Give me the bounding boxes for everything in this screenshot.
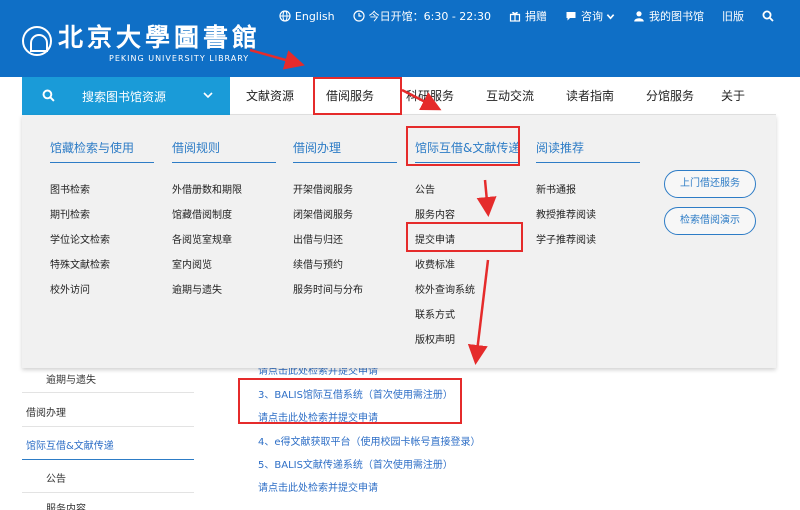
menu-link[interactable]: 期刊检索	[50, 206, 90, 221]
content-entry-title: 5、BALIS文献传递系统（首次使用需注册）	[258, 460, 453, 471]
menu-column-heading[interactable]: 阅读推荐	[536, 139, 640, 163]
menu-link[interactable]: 馆藏借阅制度	[172, 206, 232, 221]
menu-link[interactable]: 教授推荐阅读	[536, 206, 596, 221]
menu-column-heading[interactable]: 馆藏检索与使用	[50, 139, 154, 163]
annotation-box-balis-entry	[238, 378, 462, 424]
my-library-label: 我的图书馆	[649, 10, 704, 23]
menu-link[interactable]: 服务内容	[415, 206, 455, 221]
library-search-toggle[interactable]: 搜索图书馆资源	[22, 77, 230, 115]
donate-link[interactable]: 捐赠	[509, 8, 547, 24]
clock-icon	[353, 10, 365, 22]
menu-link[interactable]: 服务时间与分布	[293, 281, 363, 296]
logo-chinese-text: 北京大學圖書館	[58, 23, 262, 52]
english-link[interactable]: English	[279, 10, 335, 23]
menu-link[interactable]: 公告	[415, 181, 435, 196]
annotation-box-submit-request	[406, 222, 523, 252]
menu-link[interactable]: 学位论文检索	[50, 231, 110, 246]
menu-link[interactable]: 闭架借阅服务	[293, 206, 353, 221]
english-label: English	[294, 9, 335, 23]
sidebar-divider	[22, 492, 194, 493]
logo-english-text: PEKING UNIVERSITY LIBRARY	[109, 54, 250, 63]
consult-label: 咨询	[581, 10, 603, 23]
menu-link[interactable]: 图书检索	[50, 181, 90, 196]
annotation-box-ill-heading	[406, 126, 520, 166]
content-entry-title[interactable]: 4、e得文献获取平台（使用校园卡帐号直接登录）	[258, 433, 481, 448]
menu-column-heading[interactable]: 借阅办理	[293, 139, 397, 163]
menu-link[interactable]: 续借与预约	[293, 256, 343, 271]
search-demo-button[interactable]: 检索借阅演示	[664, 207, 756, 235]
old-version-link[interactable]: 旧版	[722, 8, 744, 24]
sidebar-item-borrow-handling[interactable]: 借阅办理	[26, 404, 66, 419]
menu-link[interactable]: 收费标准	[415, 256, 455, 271]
sidebar-item-announcement[interactable]: 公告	[46, 470, 66, 485]
menu-link[interactable]: 各阅览室规章	[172, 231, 232, 246]
menu-link[interactable]: 逾期与遗失	[172, 281, 222, 296]
header-search-button[interactable]	[762, 10, 778, 22]
menu-link[interactable]: 特殊文献检索	[50, 256, 110, 271]
sidebar-divider	[22, 426, 194, 427]
opening-hours-label: 今日开馆：6:30 - 22:30	[368, 10, 491, 23]
menu-link[interactable]: 联系方式	[415, 306, 455, 321]
user-icon	[634, 11, 644, 22]
site-header: 北京大學圖書館 PEKING UNIVERSITY LIBRARY Englis…	[0, 0, 800, 77]
old-version-label: 旧版	[722, 10, 744, 23]
search-icon	[762, 10, 774, 22]
home-delivery-button[interactable]: 上门借还服务	[664, 170, 756, 198]
university-emblem-icon	[22, 26, 52, 56]
library-logo[interactable]: 北京大學圖書館 PEKING UNIVERSITY LIBRARY	[22, 24, 257, 64]
donate-label: 捐赠	[525, 10, 547, 23]
sidebar-active-divider	[22, 459, 194, 460]
search-toggle-label: 搜索图书馆资源	[82, 90, 167, 104]
globe-icon	[279, 10, 291, 22]
menu-link[interactable]: 学子推荐阅读	[536, 231, 596, 246]
nav-menu: 文献资源 借阅服务 科研服务 互动交流 读者指南 分馆服务 关于	[230, 77, 756, 115]
nav-item-resources[interactable]: 文献资源	[230, 77, 310, 115]
nav-item-research[interactable]: 科研服务	[390, 77, 470, 115]
menu-link[interactable]: 室内阅览	[172, 256, 212, 271]
borrowing-dropdown-menu: 馆藏检索与使用 图书检索 期刊检索 学位论文检索 特殊文献检索 校外访问 借阅规…	[22, 115, 776, 368]
opening-hours: 今日开馆：6:30 - 22:30	[353, 8, 491, 24]
nav-item-interaction[interactable]: 互动交流	[470, 77, 550, 115]
menu-link[interactable]: 校外访问	[50, 281, 90, 296]
search-icon	[42, 89, 55, 102]
menu-link[interactable]: 新书通报	[536, 181, 576, 196]
menu-link[interactable]: 校外查询系统	[415, 281, 475, 296]
content-entry-link[interactable]: 请点击此处检索并提交申请	[258, 479, 378, 494]
chevron-down-icon	[606, 13, 615, 20]
menu-column-heading[interactable]: 借阅规则	[172, 139, 276, 163]
my-library-link[interactable]: 我的图书馆	[633, 8, 704, 24]
menu-link[interactable]: 开架借阅服务	[293, 181, 353, 196]
menu-link[interactable]: 出借与归还	[293, 231, 343, 246]
consult-menu[interactable]: 咨询	[565, 8, 615, 24]
nav-item-about[interactable]: 关于	[710, 77, 756, 115]
sidebar-divider	[22, 392, 194, 393]
top-utility-bar: English 今日开馆：6:30 - 22:30 捐赠 咨询 我的图书馆 旧版	[261, 8, 778, 24]
sidebar-item-ill-delivery[interactable]: 馆际互借&文献传递	[26, 437, 114, 452]
nav-item-guide[interactable]: 读者指南	[550, 77, 630, 115]
nav-item-branches[interactable]: 分馆服务	[630, 77, 710, 115]
gift-icon	[509, 11, 521, 22]
chat-icon	[566, 12, 576, 21]
sidebar-item-service-content[interactable]: 服务内容	[46, 500, 86, 510]
menu-link[interactable]: 版权声明	[415, 331, 455, 346]
chevron-down-icon	[203, 92, 213, 99]
annotation-box-borrowing-nav	[313, 77, 402, 115]
menu-link[interactable]: 外借册数和期限	[172, 181, 242, 196]
sidebar-item-overdue[interactable]: 逾期与遗失	[46, 371, 96, 386]
